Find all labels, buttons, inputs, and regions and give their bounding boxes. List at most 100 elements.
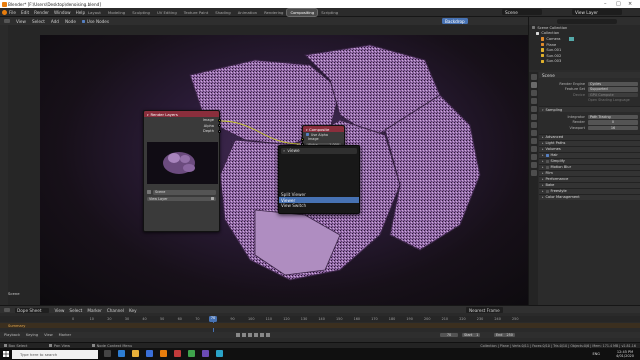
maximize-icon[interactable]: □ <box>616 1 621 7</box>
render-layers-node[interactable]: ▾ Render Layers Image Alpha Depth Scene V… <box>143 110 221 232</box>
channel-menu[interactable]: Channel <box>107 308 124 313</box>
output-tab-icon[interactable] <box>530 90 537 96</box>
timeline[interactable]: Dope Sheet View Select Marker Channel Ke… <box>0 305 640 342</box>
render-samples-field[interactable]: 0 <box>588 120 638 125</box>
use-nodes-toggle[interactable]: Use Nodes <box>81 19 109 24</box>
app-icon[interactable] <box>174 350 181 357</box>
tab-uv-editing[interactable]: UV Editing <box>154 9 180 16</box>
world-tab-icon[interactable] <box>530 114 537 120</box>
collapse-arrow-icon[interactable]: ▾ <box>306 128 308 132</box>
feature-set-select[interactable]: Supported <box>588 87 638 92</box>
windows-start-icon[interactable] <box>3 351 9 357</box>
physics-tab-icon[interactable] <box>530 146 537 152</box>
object-tab-icon[interactable] <box>530 122 537 128</box>
checkbox-icon[interactable] <box>545 189 549 193</box>
app-icon[interactable] <box>202 350 209 357</box>
search-input[interactable]: ⌕ viewe <box>281 148 357 154</box>
tab-texture-paint[interactable]: Texture Paint <box>181 9 212 16</box>
key-menu[interactable]: Key <box>129 308 137 313</box>
editor-type-icon[interactable] <box>4 307 10 312</box>
menu-window[interactable]: Window <box>54 10 71 15</box>
render-tab-icon[interactable] <box>530 82 537 88</box>
marker-menu[interactable]: Marker <box>59 333 71 337</box>
checkbox-icon[interactable] <box>545 165 549 169</box>
modifier-tab-icon[interactable] <box>530 130 537 136</box>
image-input-socket[interactable] <box>301 138 305 141</box>
view-menu[interactable]: View <box>44 333 53 337</box>
end-frame-field[interactable]: End 250 <box>494 332 515 338</box>
view-menu[interactable]: View <box>54 308 64 313</box>
checkbox-icon[interactable] <box>545 153 549 157</box>
node-menu[interactable]: Node <box>65 19 76 24</box>
minimize-icon[interactable]: – <box>604 1 607 7</box>
select-menu[interactable]: Select <box>69 308 82 313</box>
jump-end-icon[interactable] <box>266 332 270 337</box>
app-icon[interactable] <box>216 350 223 357</box>
start-frame-field[interactable]: Start 1 <box>462 332 481 338</box>
image-socket[interactable] <box>217 118 221 122</box>
editor-type-icon[interactable] <box>4 18 10 23</box>
playback-menu[interactable]: Playback <box>4 333 20 337</box>
frame-ruler[interactable]: 0102030405060708090100110120130140150160… <box>0 316 640 322</box>
tool-tab-icon[interactable] <box>530 74 537 80</box>
jump-start-icon[interactable] <box>236 332 240 337</box>
viewport-samples-field[interactable]: 16 <box>588 125 638 130</box>
node-editor[interactable]: Scene ▾Render Layers Image Alpha Depth <box>0 25 528 305</box>
scene-field[interactable]: Scene <box>153 190 216 195</box>
edge-icon[interactable] <box>118 350 125 357</box>
blender-taskbar-icon[interactable] <box>160 350 167 357</box>
section-color-management[interactable]: ▸ Color Management <box>539 193 640 200</box>
keying-menu[interactable]: Keying <box>26 333 38 337</box>
tab-shading[interactable]: Shading <box>212 9 233 16</box>
device-select[interactable]: GPU Compute <box>588 92 638 97</box>
menu-edit[interactable]: Edit <box>21 10 29 15</box>
tab-scripting[interactable]: Scripting <box>318 9 341 16</box>
view-layer-tab-icon[interactable] <box>530 98 537 104</box>
render-layer-icon[interactable] <box>211 197 214 200</box>
prev-key-icon[interactable] <box>242 332 246 337</box>
tab-layout[interactable]: Layout <box>85 9 104 16</box>
menu-render[interactable]: Render <box>34 10 49 15</box>
depth-socket[interactable] <box>217 129 221 133</box>
marker-menu[interactable]: Marker <box>87 308 101 313</box>
alpha-socket[interactable] <box>217 124 221 127</box>
task-view-icon[interactable] <box>104 350 111 357</box>
scene-tab-icon[interactable] <box>530 106 537 112</box>
close-icon[interactable]: × <box>628 1 632 7</box>
tab-rendering[interactable]: Rendering <box>261 9 286 16</box>
summary-channel[interactable]: Summary <box>0 323 640 328</box>
view-layer-selector[interactable]: View Layer <box>572 9 622 15</box>
integrator-select[interactable]: Path Tracing <box>588 114 638 119</box>
search-option-view-switch[interactable]: View Switch <box>279 203 359 208</box>
clock[interactable]: 12:45 PM 4/01/2020 <box>616 350 634 359</box>
outliner-search-input[interactable] <box>557 18 617 24</box>
taskbar-search-input[interactable]: Type here to search <box>12 349 98 359</box>
next-key-icon[interactable] <box>260 332 264 337</box>
tab-sculpting[interactable]: Sculpting <box>129 9 153 16</box>
scene-selector[interactable]: Scene <box>502 9 542 15</box>
menu-help[interactable]: Help <box>76 10 86 15</box>
data-tab-icon[interactable] <box>530 162 537 168</box>
checkbox-icon[interactable] <box>545 159 549 163</box>
add-menu[interactable]: Add <box>51 19 59 24</box>
store-icon[interactable] <box>146 350 153 357</box>
layer-field[interactable]: View Layer <box>147 196 216 201</box>
view-menu[interactable]: View <box>16 19 26 24</box>
mode-select[interactable]: Dope Sheet <box>15 307 50 313</box>
outliner[interactable]: Scene Collection Collection Camera Plane… <box>529 17 640 70</box>
snap-select[interactable]: Nearest Frame <box>466 307 503 313</box>
outliner-item-sun-003[interactable]: Sun.003 <box>529 59 640 65</box>
render-engine-select[interactable]: Cycles <box>588 81 638 86</box>
backdrop-button[interactable]: Backdrop <box>442 18 468 24</box>
tab-modeling[interactable]: Modeling <box>105 9 128 16</box>
constraints-tab-icon[interactable] <box>530 154 537 160</box>
tab-compositing[interactable]: Compositing <box>286 8 319 17</box>
select-menu[interactable]: Select <box>32 19 45 24</box>
blender-menu-icon[interactable] <box>2 9 7 15</box>
play-reverse-icon[interactable] <box>248 332 252 337</box>
file-explorer-icon[interactable] <box>132 350 139 357</box>
app-icon[interactable] <box>188 350 195 357</box>
current-frame-field[interactable]: 70 <box>440 332 458 338</box>
play-icon[interactable] <box>254 332 258 337</box>
menu-file[interactable]: File <box>9 10 16 15</box>
